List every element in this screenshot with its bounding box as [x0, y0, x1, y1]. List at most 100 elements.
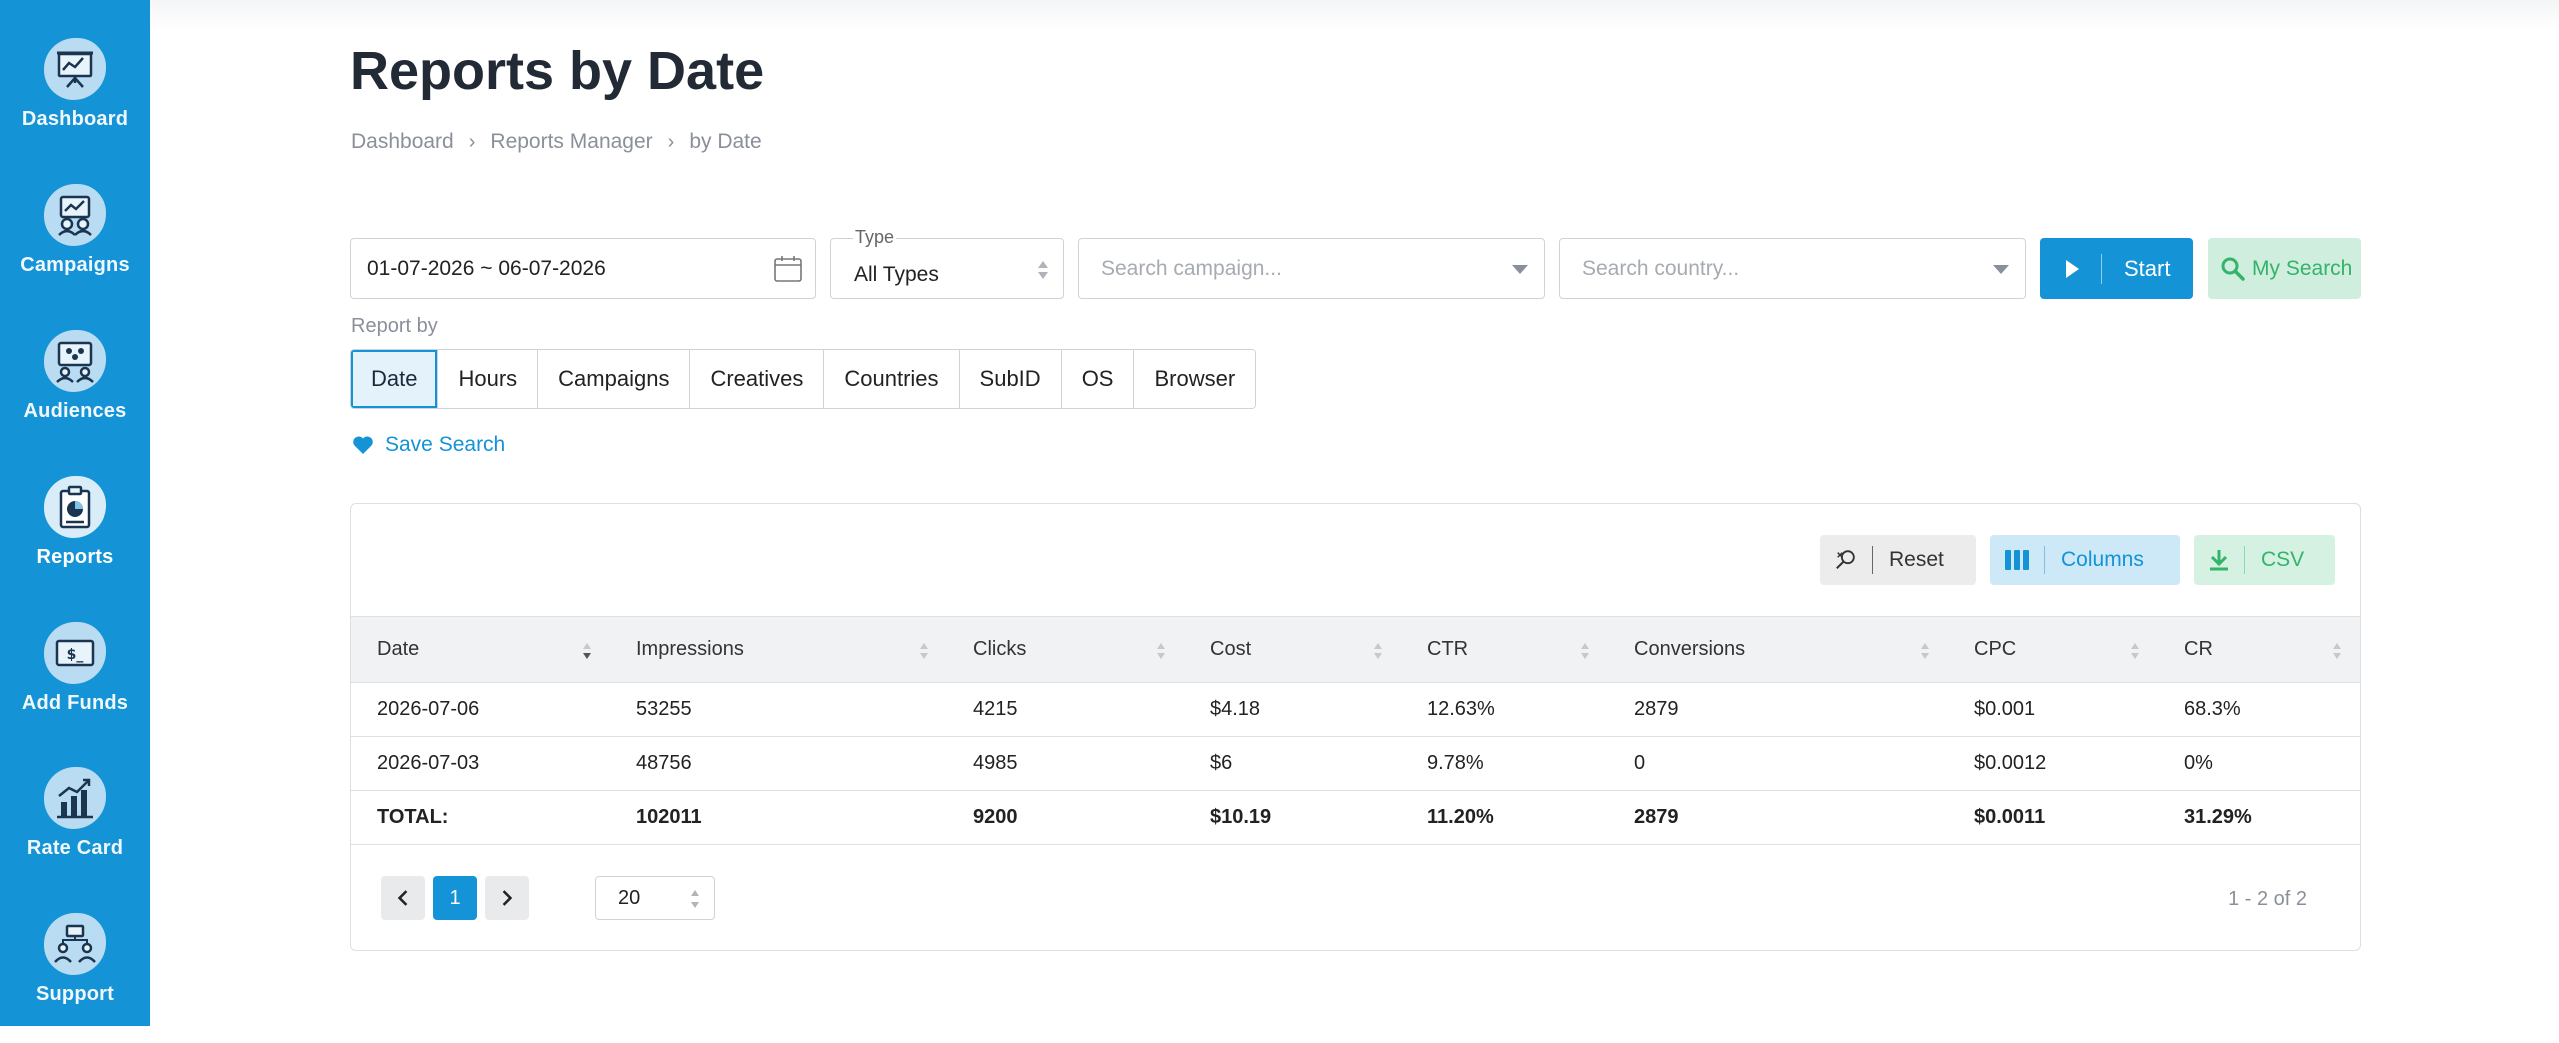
sidebar-item-label: Campaigns — [20, 254, 130, 276]
cell-conversions: 2879 — [1634, 698, 1679, 720]
prev-page-button[interactable] — [381, 876, 425, 920]
calendar-icon[interactable] — [773, 254, 803, 284]
sort-icon — [1374, 643, 1382, 659]
cell-conversions: 0 — [1634, 752, 1646, 774]
pagination: 1 20 — [381, 876, 715, 920]
table-header-row: Date Impressions Clicks Cost CTR Convers… — [351, 616, 2360, 683]
sort-icon — [1581, 643, 1589, 659]
cell-date: 2026-07-06 — [377, 698, 480, 720]
my-search-button[interactable]: My Search — [2208, 238, 2361, 299]
type-label: Type — [853, 227, 897, 248]
reports-icon — [44, 476, 106, 538]
table-row: 2026-07-03 48756 4985 $6 9.78% 0 $0.0012… — [351, 737, 2360, 791]
sort-icon — [2131, 643, 2139, 659]
chevron-left-icon — [397, 890, 408, 906]
sidebar-item-label: Support — [35, 983, 115, 1005]
column-header-ctr[interactable]: CTR — [1401, 616, 1608, 683]
cell-total-impressions: 102011 — [636, 806, 702, 828]
sidebar-item-campaigns[interactable]: Campaigns — [0, 184, 150, 314]
sidebar-item-label: Dashboard — [21, 108, 129, 130]
sort-desc-icon — [583, 643, 591, 659]
column-header-date[interactable]: Date — [351, 616, 610, 683]
sidebar-item-support[interactable]: Support — [0, 913, 150, 1043]
country-placeholder: Search country... — [1582, 256, 1740, 280]
type-select[interactable]: Type All Types — [830, 227, 1064, 299]
columns-button[interactable]: Columns — [1990, 535, 2180, 585]
report-by-group: Date Hours Campaigns Creatives Countries… — [350, 349, 1257, 409]
chevron-right-icon: › — [667, 130, 675, 153]
csv-label: CSV — [2261, 548, 2305, 571]
sort-icon — [1921, 643, 1929, 659]
column-header-clicks[interactable]: Clicks — [947, 616, 1184, 683]
columns-icon — [2005, 550, 2029, 570]
cell-clicks: 4985 — [973, 752, 1018, 774]
sidebar: Dashboard Campaigns Audiences Reports $_… — [0, 0, 150, 1026]
reset-button[interactable]: Reset — [1820, 535, 1976, 585]
support-icon — [44, 913, 106, 975]
report-table: Date Impressions Clicks Cost CTR Convers… — [351, 616, 2360, 845]
breadcrumb-reports-manager[interactable]: Reports Manager — [490, 130, 652, 154]
svg-text:$_: $_ — [67, 647, 84, 663]
sort-updown-icon — [691, 890, 699, 908]
play-icon — [2066, 259, 2079, 278]
sidebar-item-dashboard[interactable]: Dashboard — [0, 38, 150, 168]
sidebar-item-label: Add Funds — [21, 692, 129, 714]
report-by-countries[interactable]: Countries — [824, 350, 960, 408]
search-icon — [2221, 257, 2245, 281]
page-button-current[interactable]: 1 — [433, 876, 477, 920]
dashboard-icon — [44, 38, 106, 100]
start-label: Start — [2124, 255, 2171, 281]
column-header-conversions[interactable]: Conversions — [1608, 616, 1948, 683]
report-by-os[interactable]: OS — [1061, 350, 1135, 408]
cell-clicks: 4215 — [973, 698, 1018, 720]
sidebar-item-rate-card[interactable]: Rate Card — [0, 767, 150, 897]
type-value: All Types — [854, 262, 939, 286]
report-by-creatives[interactable]: Creatives — [690, 350, 825, 408]
table-total-row: TOTAL: 102011 9200 $10.19 11.20% 2879 $0… — [351, 791, 2360, 845]
sidebar-item-add-funds[interactable]: $_ Add Funds — [0, 622, 150, 752]
chevron-right-icon — [502, 890, 513, 906]
cell-date: 2026-07-03 — [377, 752, 480, 774]
report-by-campaigns[interactable]: Campaigns — [538, 350, 691, 408]
csv-button[interactable]: CSV — [2194, 535, 2335, 585]
sort-updown-icon — [1038, 261, 1048, 279]
campaign-placeholder: Search campaign... — [1101, 256, 1282, 280]
column-header-cpc[interactable]: CPC — [1948, 616, 2158, 683]
date-range-value: 01-07-2026 ~ 06-07-2026 — [367, 256, 606, 280]
breadcrumb: Dashboard › Reports Manager › by Date — [351, 130, 762, 154]
cell-total-ctr: 11.20% — [1427, 806, 1494, 828]
add-funds-icon: $_ — [44, 622, 106, 684]
sidebar-item-label: Reports — [36, 546, 114, 568]
sidebar-item-reports[interactable]: Reports — [0, 476, 150, 606]
rate-card-icon — [44, 767, 106, 829]
column-header-impressions[interactable]: Impressions — [610, 616, 947, 683]
campaigns-icon — [44, 184, 106, 246]
cell-total-label: TOTAL: — [377, 806, 449, 828]
cell-ctr: 9.78% — [1427, 752, 1484, 774]
start-button[interactable]: Start — [2040, 238, 2193, 299]
cell-cost: $4.18 — [1210, 698, 1261, 720]
report-by-subid[interactable]: SubID — [959, 350, 1062, 408]
report-card: Reset Columns CSV Date Impressions Click… — [350, 503, 2361, 951]
report-by-label: Report by — [351, 315, 438, 337]
breadcrumb-dashboard[interactable]: Dashboard — [351, 130, 454, 154]
cell-cpc: $0.0012 — [1974, 752, 2047, 774]
sort-icon — [2333, 643, 2341, 659]
column-header-cost[interactable]: Cost — [1184, 616, 1401, 683]
save-search-link[interactable]: Save Search — [351, 433, 505, 457]
cell-total-cost: $10.19 — [1210, 806, 1272, 828]
report-by-browser[interactable]: Browser — [1134, 350, 1256, 408]
column-header-cr[interactable]: CR — [2158, 616, 2360, 683]
cell-ctr: 12.63% — [1427, 698, 1495, 720]
sidebar-item-label: Audiences — [23, 400, 127, 422]
country-search-input[interactable]: Search country... — [1559, 238, 2026, 299]
campaign-search-input[interactable]: Search campaign... — [1078, 238, 1545, 299]
date-range-input[interactable]: 01-07-2026 ~ 06-07-2026 — [350, 238, 816, 299]
cell-total-conversions: 2879 — [1634, 806, 1679, 828]
next-page-button[interactable] — [485, 876, 529, 920]
report-by-hours[interactable]: Hours — [438, 350, 539, 408]
report-by-date[interactable]: Date — [351, 350, 439, 408]
sidebar-item-audiences[interactable]: Audiences — [0, 330, 150, 460]
page-size-select[interactable]: 20 — [595, 876, 715, 920]
heart-icon — [353, 436, 373, 454]
